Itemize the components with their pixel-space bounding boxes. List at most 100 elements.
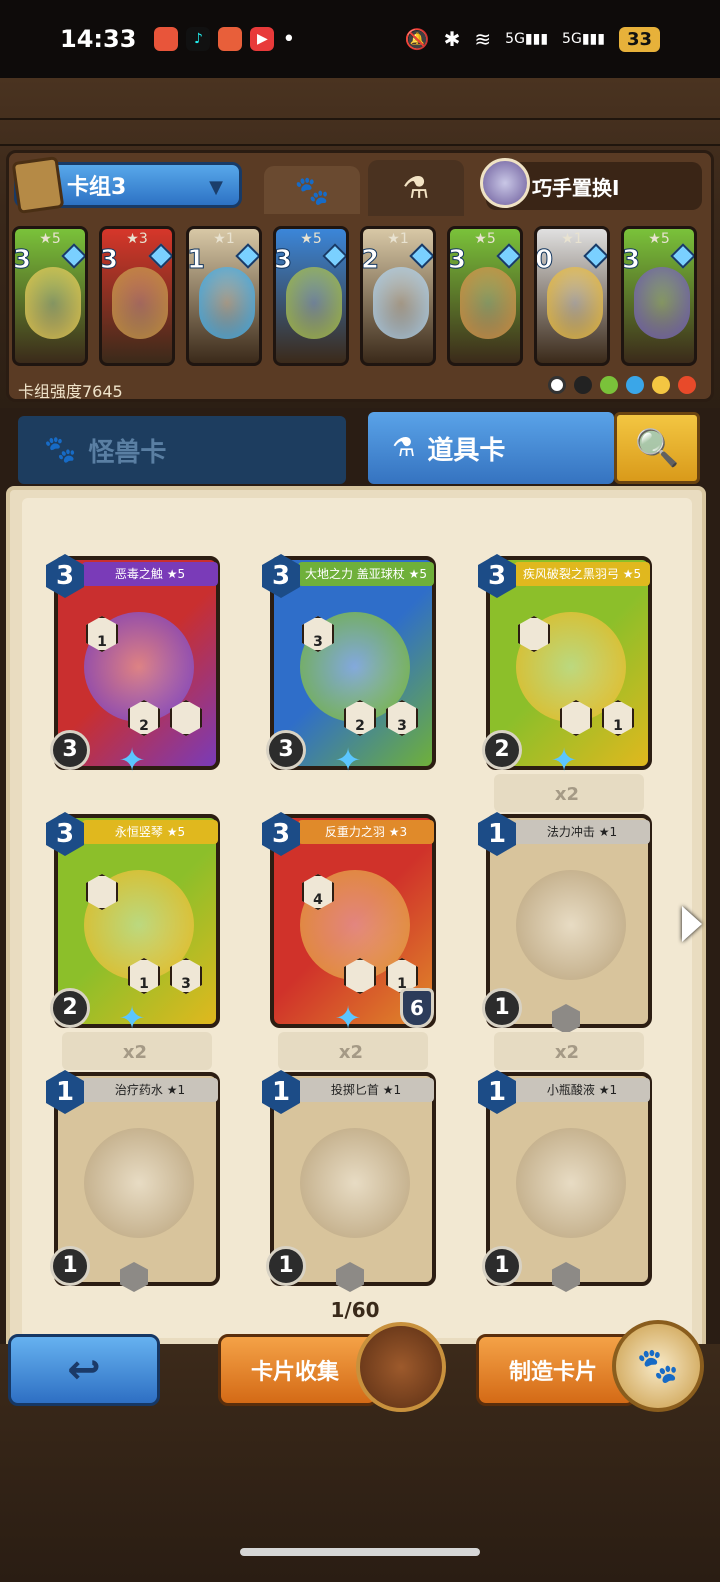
item-card[interactable]: 永恒竖琴 ★5 3 1 3 ✦ 2 <box>46 812 220 1037</box>
deck-card[interactable]: ★1 2 <box>360 226 436 366</box>
card-cost: 3 <box>622 245 641 276</box>
nature-element-icon[interactable] <box>600 376 618 394</box>
item-card[interactable]: 反重力之羽 ★3 3 4 1 ✦ 6 <box>262 812 436 1034</box>
card-title: 永恒竖琴 ★5 <box>82 820 218 844</box>
water-element-icon[interactable] <box>626 376 644 394</box>
swap-avatar-icon <box>480 158 530 208</box>
item-card[interactable]: x2 投掷匕首 ★1 1 1 <box>262 1032 436 1292</box>
tab-monster-label: 怪兽卡 <box>88 437 167 468</box>
card-title: 投掷匕首 ★1 <box>298 1078 434 1102</box>
home-indicator[interactable] <box>240 1548 480 1556</box>
item-card[interactable]: x2 治疗药水 ★1 1 1 <box>46 1032 220 1292</box>
tiktok-icon: ♪ <box>186 27 211 51</box>
tab-monster-cards[interactable]: 🐾 怪兽卡 <box>18 416 346 484</box>
card-cost: 3 <box>100 245 119 276</box>
tab-item-cards[interactable]: ⚗ 道具卡 <box>368 412 614 484</box>
video-icon: ▶ <box>250 27 275 51</box>
dark-element-icon[interactable] <box>574 376 592 394</box>
card-art-image <box>373 267 429 339</box>
card-title: 小瓶酸液 ★1 <box>514 1078 650 1102</box>
item-card[interactable]: 恶毒之触 ★5 3 1 2 ✦ 3 <box>46 554 220 776</box>
card-art-image <box>112 267 168 339</box>
card-cost: 3 <box>274 245 293 276</box>
clock: 14:33 <box>60 25 137 53</box>
notification-icons: ♪ ▶ • <box>154 27 295 52</box>
card-count: x2 <box>338 1042 364 1063</box>
back-button[interactable]: ↩ <box>8 1334 160 1406</box>
card-collection-button[interactable]: 卡片收集 <box>218 1334 378 1406</box>
tab-item-deck[interactable]: ⚗ <box>368 160 464 216</box>
gem-icon <box>148 243 172 269</box>
bluetooth-icon: ✱ <box>443 27 461 51</box>
deck-card[interactable]: ★5 3 <box>621 226 697 366</box>
card-title: 治疗药水 ★1 <box>82 1078 218 1102</box>
search-button[interactable]: 🔍 <box>614 412 700 484</box>
card-cost: 3 <box>13 245 32 276</box>
gem-icon <box>670 243 694 269</box>
swap-label: 巧手置换I <box>532 175 620 200</box>
card-count: x2 <box>122 1042 148 1063</box>
signal-label: 5G <box>562 31 582 47</box>
card-title: 法力冲击 ★1 <box>514 820 650 844</box>
card-attack-value: 2 <box>482 730 522 770</box>
app-red-icon <box>154 27 179 51</box>
card-art-image <box>199 267 255 339</box>
gem-icon <box>235 243 259 269</box>
item-card[interactable]: 大地之力 盖亚球杖 ★5 3 3 2 3 ✦ 3 <box>262 554 436 779</box>
star-rank-icon: ✦ <box>550 741 578 779</box>
card-attack-value: 1 <box>50 1246 90 1286</box>
card-title: 反重力之羽 ★3 <box>298 820 434 844</box>
star-rank-icon: ✦ <box>334 741 362 779</box>
card-attack-value: 2 <box>50 988 90 1028</box>
tab-item-label: 道具卡 <box>427 435 506 466</box>
gem-icon <box>496 243 520 269</box>
card-attack-value: 3 <box>266 730 306 770</box>
deck-card[interactable]: ★1 1 <box>186 226 262 366</box>
craft-potion-icon[interactable]: 🐾 <box>612 1320 704 1412</box>
deck-name: 卡组3 <box>67 175 127 200</box>
5g-signal-icon: 5G▮▮▮ <box>562 31 605 47</box>
card-count: x2 <box>554 1042 580 1063</box>
tab-monster-deck[interactable]: 🐾 <box>264 166 360 214</box>
card-title: 疾风破裂之黑羽弓 ★5 <box>514 562 650 586</box>
star-rank-icon: ✦ <box>118 999 146 1037</box>
item-card[interactable]: x2 法力冲击 ★1 1 1 <box>478 774 652 1034</box>
deck-card[interactable]: ★5 3 <box>12 226 88 366</box>
item-card[interactable]: x2 小瓶酸液 ★1 1 1 <box>478 1032 652 1292</box>
wind-element-icon[interactable] <box>652 376 670 394</box>
card-art-image <box>516 870 626 980</box>
deck-card[interactable]: ★5 3 <box>447 226 523 366</box>
search-icon: 🔍 <box>634 428 680 469</box>
flask-icon: ⚗ <box>402 170 430 206</box>
card-art-image <box>84 1128 194 1238</box>
gem-icon <box>322 243 346 269</box>
app-red2-icon <box>218 27 243 51</box>
chevron-down-icon: ▼ <box>209 177 223 198</box>
5g-signal-icon: 5G▮▮▮ <box>505 31 549 47</box>
card-art-image <box>460 267 516 339</box>
item-card[interactable]: 疾风破裂之黑羽弓 ★5 3 1 ✦ 2 <box>478 554 652 779</box>
card-collection-label: 卡片收集 <box>251 1360 340 1385</box>
card-title: 大地之力 盖亚球杖 ★5 <box>298 562 434 586</box>
deck-card[interactable]: ★5 3 <box>273 226 349 366</box>
card-cost: 2 <box>361 245 380 276</box>
deck-book-icon <box>11 156 65 214</box>
deck-select-dropdown[interactable]: 卡组3 ▼ <box>11 156 242 214</box>
battery-indicator: 33 <box>618 26 660 52</box>
dot-icon: • <box>282 26 296 52</box>
gem-icon <box>61 243 85 269</box>
card-title: 恶毒之触 ★5 <box>82 562 218 586</box>
signal-label: 5G <box>505 31 525 47</box>
card-collection-icon[interactable] <box>356 1322 446 1412</box>
card-attack-value: 1 <box>266 1246 306 1286</box>
fire-element-icon[interactable] <box>678 376 696 394</box>
deck-card[interactable]: ★3 3 <box>99 226 175 366</box>
neutral-element-icon[interactable] <box>548 376 566 394</box>
next-page-arrow-icon[interactable] <box>682 906 702 942</box>
element-filter-icons <box>548 376 696 394</box>
deck-power: 卡组强度7645 <box>18 382 123 401</box>
gem-icon <box>409 243 433 269</box>
swap-skill-button[interactable]: 巧手置换I <box>480 158 702 210</box>
deck-card[interactable]: ★1 0 <box>534 226 610 366</box>
card-art-image <box>547 267 603 339</box>
